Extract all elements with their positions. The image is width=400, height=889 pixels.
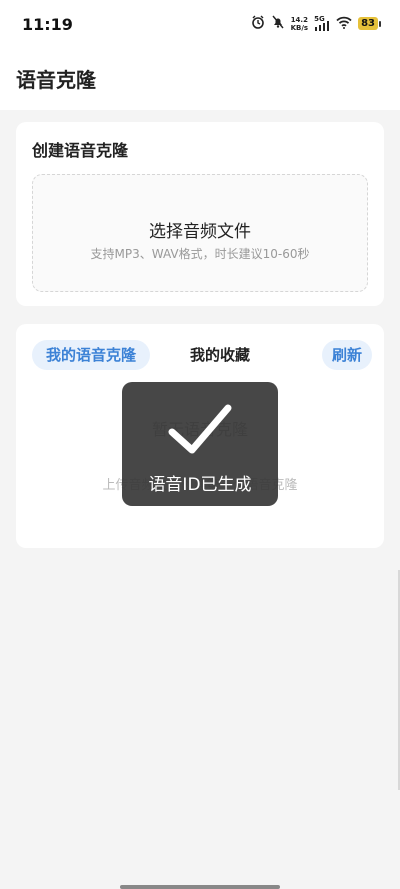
- refresh-button[interactable]: 刷新: [322, 340, 373, 370]
- page-title: 语音克隆: [16, 68, 96, 92]
- create-voice-clone-card: 创建语音克隆 选择音频文件 支持MP3、WAV格式，时长建议10-60秒: [16, 122, 384, 306]
- status-icons: 14.2 KB/s 5G 83: [251, 14, 381, 33]
- app-header: 语音克隆: [0, 50, 400, 110]
- status-time: 11:19: [22, 15, 73, 34]
- tab-my-favorites[interactable]: 我的收藏: [176, 340, 264, 370]
- upload-title: 选择音频文件: [149, 222, 251, 242]
- alarm-icon: [251, 14, 265, 33]
- select-audio-file-area[interactable]: 选择音频文件 支持MP3、WAV格式，时长建议10-60秒: [32, 174, 368, 292]
- upload-hint: 支持MP3、WAV格式，时长建议10-60秒: [90, 247, 310, 261]
- success-toast: 语音ID已生成: [122, 382, 278, 506]
- home-indicator[interactable]: [120, 885, 280, 889]
- mute-bell-icon: [271, 14, 285, 33]
- checkmark-icon: [168, 404, 232, 454]
- status-bar: 11:19 14.2 KB/s 5G 83: [0, 0, 400, 50]
- battery-indicator: 83: [358, 17, 381, 30]
- cellular-signal-icon: 5G: [314, 15, 330, 32]
- net-speed: 14.2 KB/s: [290, 15, 309, 32]
- toast-message: 语音ID已生成: [148, 475, 252, 495]
- wifi-icon: [336, 14, 352, 33]
- tab-my-voice-clones[interactable]: 我的语音克隆: [32, 340, 151, 370]
- create-card-title: 创建语音克隆: [32, 141, 129, 160]
